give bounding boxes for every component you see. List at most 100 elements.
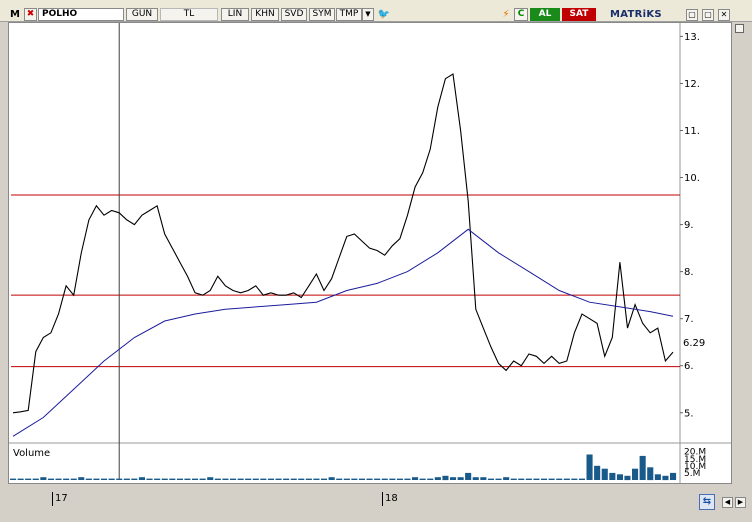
volume-bar: [639, 455, 646, 480]
twitter-icon[interactable]: 🐦: [377, 8, 391, 21]
volume-bar: [108, 478, 115, 480]
volume-bar: [647, 467, 654, 481]
volume-bar: [616, 474, 623, 480]
volume-tick-label-3: 5.M: [684, 469, 700, 479]
volume-bar: [548, 478, 555, 480]
bolt-icon[interactable]: ⚡: [500, 8, 512, 21]
volume-bar: [10, 478, 17, 480]
volume-bar: [351, 478, 358, 480]
volume-bar: [427, 478, 434, 480]
y-tick-label-8: 5.: [684, 408, 694, 419]
scroll-left-icon[interactable]: ◀: [722, 497, 733, 508]
close-window-icon[interactable]: ✕: [718, 9, 730, 21]
volume-bar: [450, 477, 457, 480]
volume-bar: [267, 478, 274, 480]
price-line: [12, 73, 674, 414]
volume-bar: [161, 478, 168, 480]
volume-bar: [366, 478, 373, 480]
volume-bar: [146, 478, 153, 480]
line-chart-button[interactable]: LIN: [221, 8, 249, 21]
volume-bar: [495, 478, 502, 480]
volume-bar: [222, 478, 229, 480]
khn-button[interactable]: KHN: [251, 8, 279, 21]
volume-bar: [199, 478, 206, 480]
vertical-scrollbar[interactable]: [733, 22, 746, 484]
sell-button[interactable]: SAT: [562, 8, 596, 21]
volume-bar: [78, 477, 85, 480]
volume-bar: [487, 478, 494, 480]
volume-bar: [245, 478, 252, 480]
scroll-top-button[interactable]: [735, 24, 744, 33]
volume-bar: [578, 478, 585, 480]
volume-bar: [404, 478, 411, 480]
bottom-navigation: ⇆ ◀ ▶ 17 18: [0, 484, 752, 522]
price-chart-svg[interactable]: 13.12.11.10.9.8.7.6.5.6.29Volume 20.M15.M…: [9, 23, 731, 483]
volume-bar: [131, 478, 138, 480]
volume-bar: [260, 478, 267, 480]
sync-icon[interactable]: ⇆: [699, 494, 715, 510]
x-axis-label-1: 18: [382, 492, 398, 506]
volume-bar: [662, 475, 669, 481]
volume-bar: [586, 454, 593, 480]
matriks-m-logo: M: [10, 9, 20, 20]
volume-bar: [154, 478, 161, 480]
volume-bar: [214, 478, 221, 480]
volume-bar: [101, 478, 108, 480]
y-tick-label-7: 6.: [684, 361, 694, 372]
volume-bar: [313, 478, 320, 480]
volume-bar: [503, 477, 510, 480]
maximize-window-icon[interactable]: ▢: [702, 9, 714, 21]
volume-bar: [116, 478, 123, 480]
volume-bar: [594, 465, 601, 480]
volume-bar: [55, 478, 62, 480]
volume-bar: [518, 478, 525, 480]
chart-area[interactable]: 13. 12. 11. 10. 9. 8. 7. 6. 5. 6.29 Volume 20.M 15.M…: [8, 22, 732, 484]
y-tick-label-4: 9.: [684, 220, 694, 231]
volume-bar: [632, 468, 639, 480]
volume-bar: [374, 478, 381, 480]
restore-window-icon[interactable]: ▢: [686, 9, 698, 21]
template-button[interactable]: TMP: [336, 8, 362, 21]
buy-button[interactable]: AL: [530, 8, 560, 21]
volume-bar: [176, 478, 183, 480]
volume-bar: [396, 478, 403, 480]
period-day-button[interactable]: GUN: [126, 8, 158, 21]
volume-bar: [40, 477, 47, 480]
volume-bar: [358, 478, 365, 480]
volume-bar: [298, 478, 305, 480]
volume-bar: [419, 478, 426, 480]
brand-logo: MATRiKS: [610, 9, 662, 20]
volume-bar: [283, 478, 290, 480]
y-tick-label-6: 7.: [684, 314, 694, 325]
volume-bar: [465, 472, 472, 480]
chevron-down-icon[interactable]: ▼: [362, 8, 374, 21]
sym-button[interactable]: SYM: [309, 8, 335, 21]
volume-bar: [525, 478, 532, 480]
volume-bar: [654, 474, 661, 480]
last-price-label: 6.29: [683, 338, 705, 349]
volume-bar: [169, 478, 176, 480]
svd-button[interactable]: SVD: [281, 8, 307, 21]
chart-toolbar: M ✖ POLHO GUN TL LIN KHN SVD SYM TMP ▼ 🐦…: [0, 0, 752, 22]
symbol-input[interactable]: POLHO: [38, 8, 124, 21]
volume-bar: [230, 478, 237, 480]
currency-tl-button[interactable]: TL: [160, 8, 218, 21]
volume-bar: [275, 478, 282, 480]
volume-bar: [32, 478, 39, 480]
refresh-button[interactable]: C: [514, 8, 528, 21]
close-symbol-button[interactable]: ✖: [24, 8, 37, 21]
volume-bar: [237, 478, 244, 480]
volume-bar: [389, 478, 396, 480]
volume-bar: [207, 477, 214, 480]
volume-bar: [47, 478, 54, 480]
volume-bar: [670, 472, 677, 480]
volume-bar: [480, 477, 487, 480]
volume-bar: [442, 475, 449, 481]
x-axis-label-0: 17: [52, 492, 68, 506]
volume-bar: [290, 478, 297, 480]
scroll-right-icon[interactable]: ▶: [735, 497, 746, 508]
volume-bar: [571, 478, 578, 480]
volume-bar: [192, 478, 199, 480]
volume-bar: [25, 478, 32, 480]
y-tick-label-2: 11.: [684, 126, 700, 137]
